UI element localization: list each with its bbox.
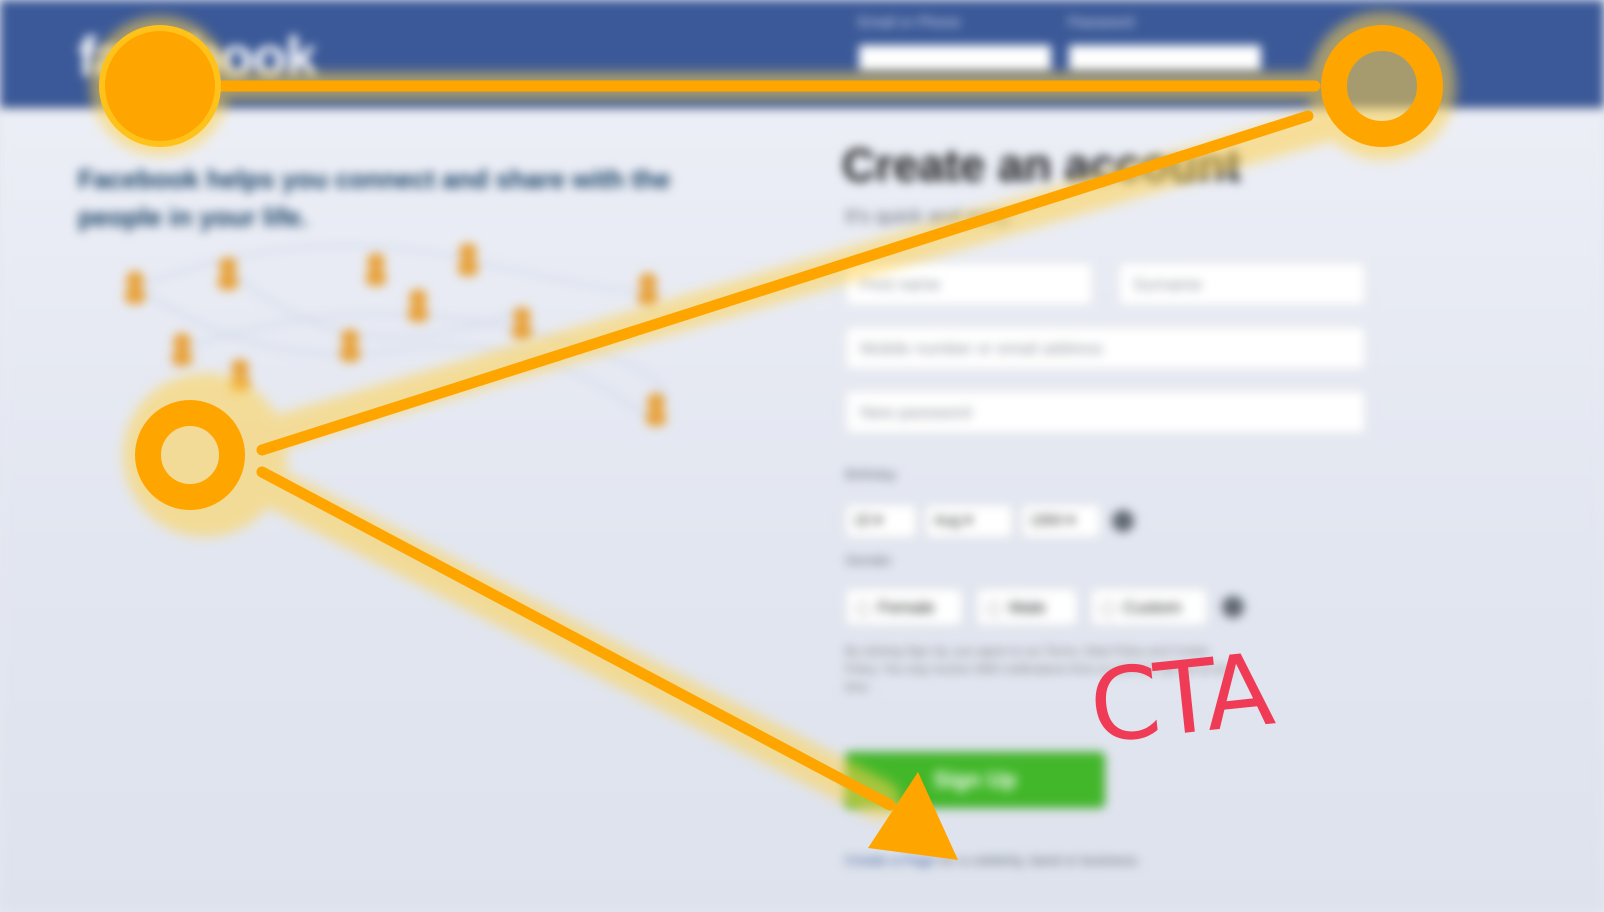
new-password-field[interactable]: New password	[845, 390, 1366, 434]
surname-field[interactable]: Surname	[1118, 262, 1366, 306]
tagline: Facebook helps you connect and share wit…	[78, 164, 671, 232]
birthday-day-select[interactable]: 15 ▾	[845, 504, 917, 538]
gender-female-option[interactable]: Female	[845, 588, 963, 626]
gender-male-label: Male	[1009, 598, 1046, 617]
login-email-input[interactable]	[858, 44, 1052, 72]
gender-male-option[interactable]: Male	[976, 588, 1078, 626]
create-page-link[interactable]: Create a Page	[845, 852, 935, 868]
facebook-signup-page: facebook Email or Phone Password Faceboo…	[0, 0, 1604, 912]
create-page-note: Create a Page for a celebrity, band or b…	[845, 852, 1140, 868]
cta-handwritten-label: CTA	[1084, 630, 1276, 767]
gender-label: Gender	[845, 552, 892, 568]
facebook-logo[interactable]: facebook	[78, 24, 317, 89]
gender-custom-option[interactable]: Custom	[1090, 588, 1208, 626]
year-value: 1994	[1030, 512, 1064, 529]
radio-icon	[1101, 601, 1115, 616]
login-password-input[interactable]	[1068, 44, 1262, 72]
gender-female-label: Female	[878, 598, 935, 617]
sign-up-button[interactable]: Sign Up	[845, 752, 1105, 808]
signup-title: Create an account	[842, 139, 1241, 191]
mobile-or-email-field[interactable]: Mobile number or email address	[845, 326, 1366, 370]
birthday-label: Birthday	[845, 466, 897, 482]
gender-help-icon[interactable]	[1222, 596, 1244, 618]
create-page-suffix: for a celebrity, band or business.	[935, 852, 1141, 868]
radio-icon	[856, 601, 870, 616]
birthday-help-icon[interactable]	[1112, 510, 1134, 532]
gender-custom-label: Custom	[1123, 598, 1182, 617]
connections-illustration	[125, 243, 666, 426]
password-label: Password	[1068, 14, 1134, 31]
birthday-year-select[interactable]: 1994 ▾	[1021, 504, 1101, 538]
day-value: 15	[854, 512, 871, 529]
month-value: Aug	[934, 512, 961, 529]
birthday-month-select[interactable]: Aug ▾	[925, 504, 1013, 538]
first-name-field[interactable]: First name	[845, 262, 1093, 306]
signup-subtitle: It's quick and easy.	[845, 206, 1013, 228]
top-navigation-bar: facebook Email or Phone Password	[0, 0, 1604, 108]
radio-icon	[987, 601, 1001, 616]
email-label: Email or Phone	[858, 14, 961, 31]
